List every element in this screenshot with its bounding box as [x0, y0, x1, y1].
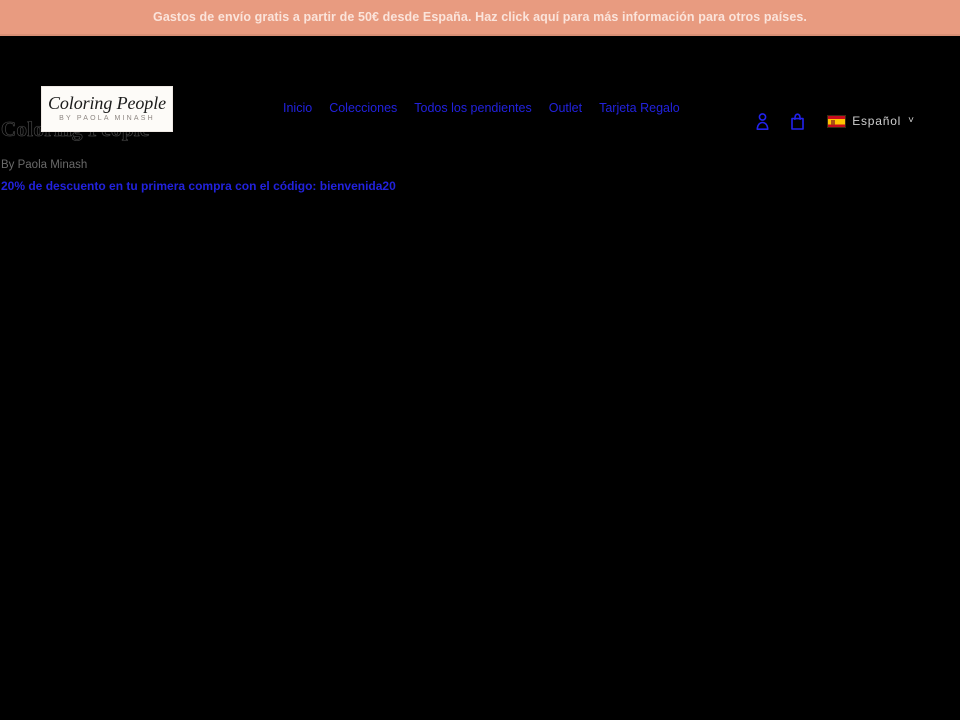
logo-wordmark: Coloring People — [48, 93, 166, 113]
nav-item-tarjeta-regalo[interactable]: Tarjeta Regalo — [599, 100, 680, 116]
announcement-bar[interactable]: Gastos de envío gratis a partir de 50€ d… — [0, 0, 960, 36]
announcement-text[interactable]: Gastos de envío gratis a partir de 50€ d… — [153, 10, 807, 24]
nav-item-outlet[interactable]: Outlet — [549, 100, 582, 116]
language-selector[interactable]: Español ˅ — [827, 114, 914, 128]
primary-nav: Inicio Colecciones Todos los pendientes … — [283, 100, 680, 116]
shopping-bag-icon[interactable] — [784, 110, 810, 132]
nav-item-todos-los-pendientes[interactable]: Todos los pendientes — [414, 100, 531, 116]
chevron-down-icon: ˅ — [908, 115, 914, 126]
site-header: Coloring People BY PAOLA MINASH Inicio C… — [0, 36, 960, 132]
site-logo[interactable]: Coloring People BY PAOLA MINASH — [41, 86, 173, 132]
language-label: Español — [852, 114, 902, 128]
nav-item-inicio[interactable]: Inicio — [283, 100, 312, 116]
account-icon[interactable] — [749, 110, 775, 132]
spain-flag-icon — [827, 114, 847, 128]
nav-item-colecciones[interactable]: Colecciones — [329, 100, 397, 116]
logo-subtitle: BY PAOLA MINASH — [59, 115, 155, 122]
page-byline: By Paola Minash — [1, 159, 88, 171]
promo-discount-link[interactable]: 20% de descuento en tu primera compra co… — [0, 179, 396, 194]
header-actions: Español ˅ — [749, 110, 914, 132]
